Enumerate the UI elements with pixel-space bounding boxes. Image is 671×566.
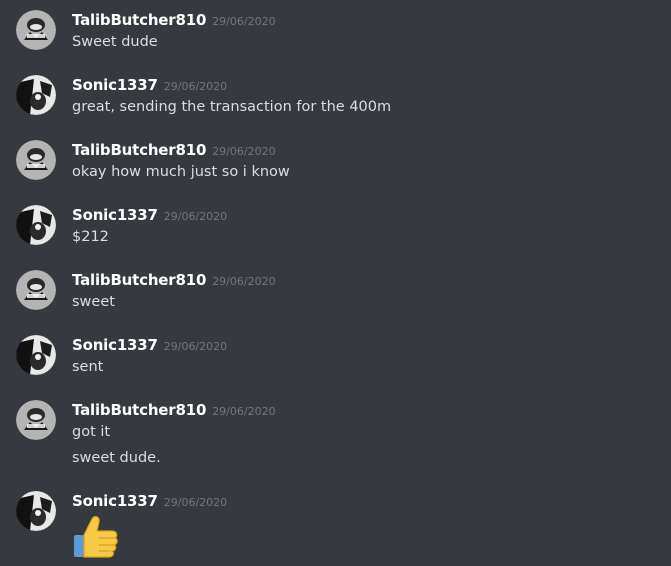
sonic-avatar[interactable] [16,335,56,375]
sonic-avatar[interactable] [16,75,56,115]
timestamp: 29/06/2020 [163,496,228,509]
timestamp: 29/06/2020 [163,340,228,353]
username[interactable]: TalibButcher810 [72,141,206,159]
username[interactable]: TalibButcher810 [72,401,206,419]
message-text: Sweet dude [72,34,158,50]
message-text: sweet [72,294,115,310]
message-header: Sonic1337 29/06/2020 [72,205,227,227]
message-header: TalibButcher810 29/06/2020 [72,400,276,422]
message-text: okay how much just so i know [72,164,290,180]
message-text: $212 [72,229,109,245]
username[interactable]: TalibButcher810 [72,11,206,29]
timestamp: 29/06/2020 [212,15,276,28]
message-text: sent [72,359,104,375]
message-header: Sonic1337 29/06/2020 [72,491,227,513]
timestamp: 29/06/2020 [212,405,276,418]
chat-messages: TalibButcher810 29/06/2020 Sweet dude Son… [0,0,671,566]
sonic-avatar[interactable] [16,491,56,531]
message-header: TalibButcher810 29/06/2020 [72,140,276,162]
message-header: Sonic1337 29/06/2020 [72,335,227,357]
thumbs-up-icon [74,516,118,558]
username[interactable]: Sonic1337 [72,492,158,510]
message-header: Sonic1337 29/06/2020 [72,75,227,97]
message-text: sweet dude. [72,450,161,466]
sonic-avatar[interactable] [16,205,56,245]
timestamp: 29/06/2020 [163,210,228,223]
emoji [72,513,120,565]
timestamp: 29/06/2020 [212,275,276,288]
talib-avatar[interactable] [16,270,56,310]
talib-avatar[interactable] [16,140,56,180]
message-header: TalibButcher810 29/06/2020 [72,10,276,32]
timestamp: 29/06/2020 [163,80,228,93]
message-header: TalibButcher810 29/06/2020 [72,270,276,292]
username[interactable]: TalibButcher810 [72,271,206,289]
message-text: got it [72,424,111,440]
timestamp: 29/06/2020 [212,145,276,158]
talib-avatar[interactable] [16,400,56,440]
message-text: great, sending the transaction for the 4… [72,99,392,115]
username[interactable]: Sonic1337 [72,76,158,94]
username[interactable]: Sonic1337 [72,206,158,224]
username[interactable]: Sonic1337 [72,336,158,354]
talib-avatar[interactable] [16,10,56,50]
